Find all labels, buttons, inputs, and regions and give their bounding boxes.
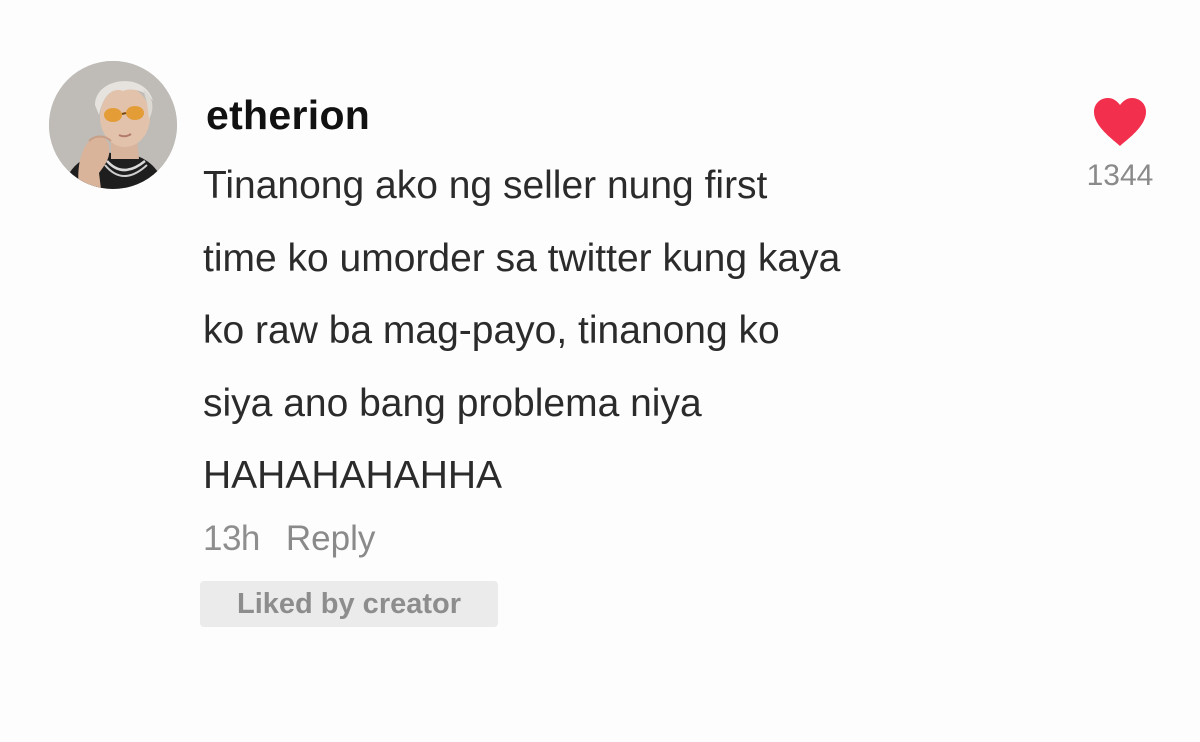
like-count: 1344 [1086,159,1154,192]
comment-text-line: HAHAHAHAHHA [203,454,503,497]
comment-text-line: ko raw ba mag-payo, tinanong ko [203,309,780,352]
comment-meta: 13h Reply [203,516,375,562]
user-avatar[interactable] [49,61,177,189]
heart-icon[interactable] [1091,96,1149,148]
liked-by-creator-badge: Liked by creator [200,581,498,627]
comment-text: Tinanong ako ng seller nung first time k… [203,150,1063,513]
reply-button[interactable]: Reply [286,519,375,559]
comment-item: etherion Tinanong ako ng seller nung fir… [0,0,1200,742]
comment-username[interactable]: etherion [206,90,370,140]
comment-text-line: siya ano bang problema niya [203,381,702,425]
avatar-photo-icon [49,61,177,189]
comment-text-line: Tinanong ako ng seller nung first [203,164,768,207]
comment-timestamp: 13h [203,519,260,558]
comment-text-line: time ko umorder sa twitter kung kaya [203,236,841,280]
like-section: 1344 [1070,96,1170,194]
